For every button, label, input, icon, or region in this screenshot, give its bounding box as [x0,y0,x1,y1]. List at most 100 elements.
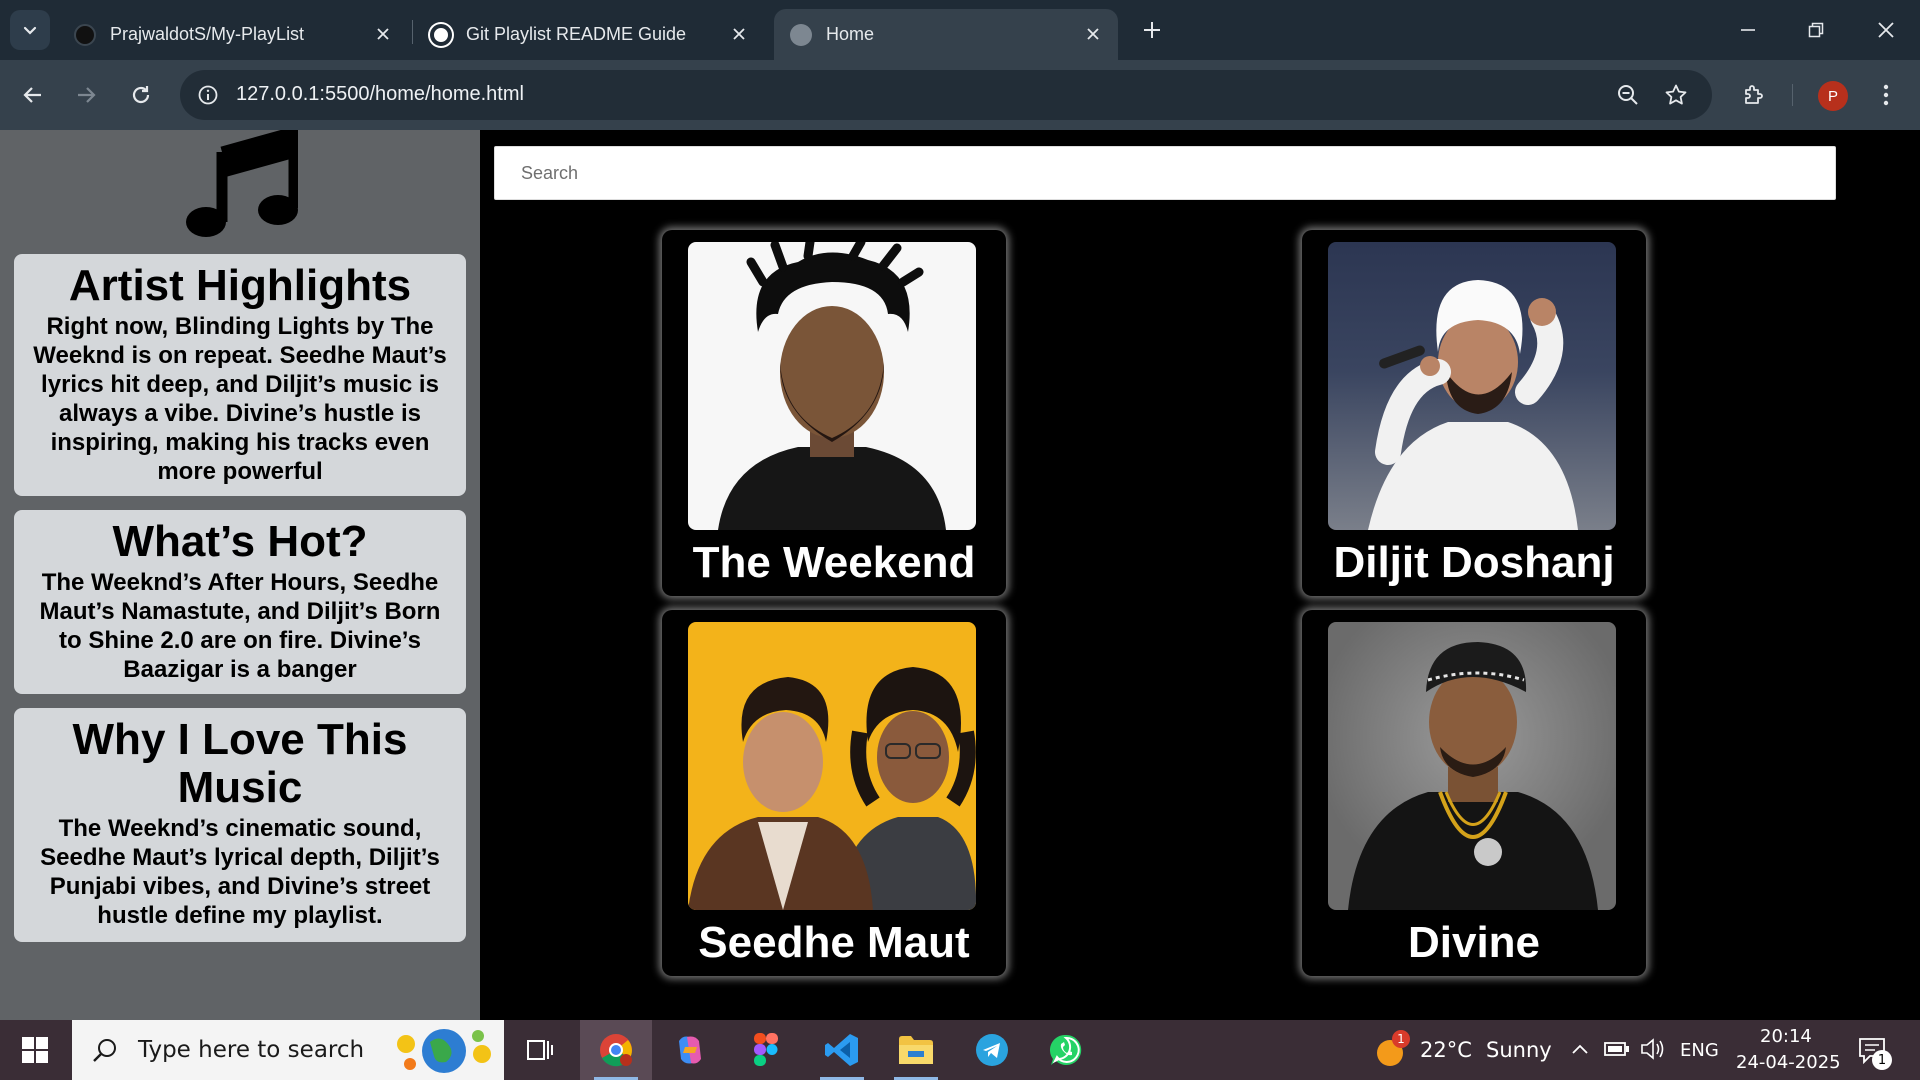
figma-icon [754,1033,778,1066]
battery-icon[interactable] [1604,1038,1630,1060]
artist-photo [1328,242,1616,530]
close-tab-button[interactable] [726,21,752,47]
tab-title: Git Playlist README Guide [466,24,687,44]
close-window-button[interactable] [1866,10,1906,50]
url-text: 127.0.0.1:5500/home/home.html [236,83,524,105]
card-text: The Weeknd’s cinematic sound, Seedhe Mau… [40,815,440,929]
reload-button[interactable] [121,75,161,115]
earth-day-icon [397,1029,491,1073]
weather-desc[interactable]: Sunny [1486,1038,1552,1062]
artist-card-seedhe-maut[interactable]: Seedhe Maut [662,610,1006,976]
vscode-taskbar-app[interactable] [806,1020,878,1080]
whatsapp-taskbar-app[interactable] [1030,1020,1102,1080]
vscode-icon [825,1034,858,1066]
minimize-icon [1741,29,1755,31]
card-title: Artist Highlights [68,261,412,310]
address-bar[interactable]: 127.0.0.1:5500/home/home.html [180,70,1712,120]
figma-taskbar-app[interactable] [730,1020,802,1080]
toolbar-divider [1792,84,1793,106]
telegram-taskbar-app[interactable] [956,1020,1028,1080]
copilot-taskbar-app[interactable] [654,1020,726,1080]
back-button[interactable] [13,75,53,115]
artist-photo [688,242,976,530]
tab-github[interactable]: PrajwaldotS/My-PlayList [58,9,408,60]
card-title: Why I Love This Music [72,715,408,812]
extensions-button[interactable] [1734,75,1774,115]
clock-time[interactable]: 20:14 [1760,1026,1812,1047]
tab-title: PrajwaldotS/My-PlayList [110,24,305,44]
artist-card-diljit-doshanj[interactable]: Diljit Doshanj [1302,230,1646,596]
volume-icon[interactable] [1640,1037,1666,1061]
reload-icon [132,86,150,104]
page-content: Artist Highlights Right now, Blinding Li… [0,130,1920,1020]
search-icon [93,1039,116,1062]
plus-icon [1144,22,1160,38]
whats-hot-card: What’s Hot? The Weeknd’s After Hours, Se… [14,510,466,694]
arrow-left-icon [23,87,41,103]
sidebar: Artist Highlights Right now, Blinding Li… [0,130,480,1020]
tab-search-button[interactable] [10,10,50,50]
profile-avatar[interactable]: P [1818,81,1848,111]
artist-card-the-weekend[interactable]: The Weekend [662,230,1006,596]
restore-icon [1808,22,1824,38]
zoom-out-icon [1618,85,1638,105]
task-view-button[interactable] [504,1020,576,1080]
close-icon [1878,22,1894,38]
copilot-icon [679,1036,701,1064]
globe-icon [790,23,812,46]
card-text: The Weeknd’s After Hours, Seedhe Maut’s … [39,569,441,683]
artist-name: Diljit Doshanj [1333,538,1615,587]
file-explorer-taskbar-app[interactable] [880,1020,952,1080]
minimize-button[interactable] [1728,10,1768,50]
tab-chatgpt[interactable]: Git Playlist README Guide [414,9,764,60]
clock-date[interactable]: 24-04-2025 [1736,1052,1841,1073]
start-button[interactable] [0,1020,70,1080]
search-input[interactable] [494,146,1836,200]
more-vertical-icon [1883,84,1889,106]
puzzle-icon [1745,85,1763,104]
chevron-up-icon[interactable] [1570,1040,1590,1060]
close-icon [733,28,745,40]
folder-icon [899,1036,933,1064]
artist-photo [688,622,976,910]
forward-button[interactable] [66,75,106,115]
info-icon [198,85,218,105]
arrow-right-icon [78,87,96,103]
star-icon [1665,84,1687,105]
card-text: Right now, Blinding Lights by The Weeknd… [33,313,447,485]
windows-icon [22,1037,48,1063]
artist-name: The Weekend [692,538,976,587]
artist-highlights-card: Artist Highlights Right now, Blinding Li… [14,254,466,496]
chrome-taskbar-app[interactable] [580,1020,652,1080]
close-tab-button[interactable] [370,21,396,47]
close-icon [377,28,389,40]
new-tab-button[interactable] [1136,14,1168,46]
menu-button[interactable] [1866,75,1906,115]
close-tab-button[interactable] [1080,21,1106,47]
site-info-button[interactable] [192,79,224,111]
telegram-icon [976,1034,1008,1066]
weather-temp[interactable]: 22°C [1420,1038,1472,1062]
bookmark-button[interactable] [1660,79,1692,111]
browser-tab-strip: PrajwaldotS/My-PlayList Git Playlist REA… [0,0,1920,60]
tab-home[interactable]: Home [774,9,1118,60]
chatgpt-icon [430,23,452,46]
whatsapp-icon [1049,1034,1082,1065]
tab-title: Home [826,24,875,44]
language-indicator[interactable]: ENG [1680,1040,1719,1061]
zoom-button[interactable] [1612,79,1644,111]
restore-button[interactable] [1796,10,1836,50]
github-icon [74,23,96,46]
taskbar-search[interactable]: Type here to search [72,1020,504,1080]
music-note-icon [186,130,298,237]
artist-card-divine[interactable]: Divine [1302,610,1646,976]
main-content: The Weekend Diljit Doshanj [480,130,1920,1020]
artist-photo [1328,622,1616,910]
tab-divider [412,20,413,44]
card-title: What’s Hot? [112,517,368,566]
chrome-icon [600,1034,632,1067]
artist-name: Seedhe Maut [698,918,970,967]
close-icon [1087,28,1099,40]
task-view-icon [527,1040,553,1060]
chevron-down-icon [23,26,37,35]
